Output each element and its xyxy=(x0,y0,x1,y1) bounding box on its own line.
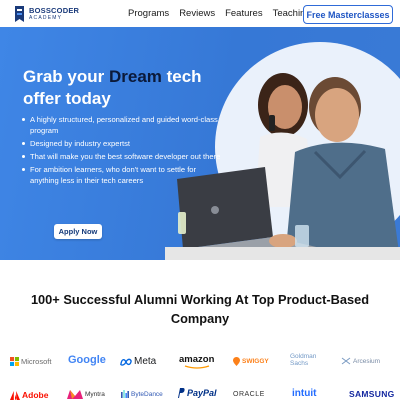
company-name: Goldman Sachs xyxy=(290,353,317,367)
company-logo-myntra: Myntra xyxy=(67,390,105,399)
company-name: PayPal xyxy=(187,388,217,398)
company-name: amazon xyxy=(179,354,215,365)
hero-bullets: A highly structured, personalized and gu… xyxy=(22,114,222,188)
free-masterclasses-button[interactable]: Free Masterclasses xyxy=(303,5,393,24)
amazon-smile-icon xyxy=(184,365,209,369)
company-logo-google: Google xyxy=(68,354,106,366)
hero-bullet: A highly structured, personalized and gu… xyxy=(22,114,222,136)
brand-name: BOSSCODER xyxy=(29,6,80,16)
alumni-section-title: 100+ Successful Alumni Working At Top Pr… xyxy=(30,292,370,326)
company-logo-amazon: amazon xyxy=(179,354,214,369)
company-logo-bytedance: ByteDance xyxy=(121,390,163,398)
apply-now-button[interactable]: Apply Now xyxy=(54,224,102,239)
company-logo-adobe: Adobe xyxy=(10,390,48,400)
company-logos-row-2: Adobe Myntra ByteDance PayPal ORACLE int… xyxy=(0,387,400,405)
brand-subtitle: ACADEMY xyxy=(29,14,63,21)
top-navbar: BOSSCODER ACADEMY Programs Reviews Featu… xyxy=(0,0,400,30)
company-name: ORACLE xyxy=(233,391,265,398)
company-logo-microsoft: Microsoft xyxy=(10,357,51,366)
hero-bullet: For ambition learners, who don't want to… xyxy=(22,164,222,186)
company-logo-arcesium: Arcesium xyxy=(341,357,380,365)
company-name: SAMSUNG xyxy=(349,389,395,399)
myntra-icon xyxy=(67,390,83,399)
company-name: intuit xyxy=(292,388,317,399)
hero-title: Grab your Dream tech offer today xyxy=(23,66,223,110)
nav-link-features[interactable]: Features xyxy=(225,8,263,19)
swiggy-pin-icon xyxy=(233,357,240,366)
company-logo-goldman-sachs: Goldman Sachs xyxy=(290,353,324,367)
hero-section: Grab your Dream tech offer today A highl… xyxy=(0,27,400,260)
arcesium-icon xyxy=(341,357,351,365)
hero-bullet: Designed by industry expertst xyxy=(22,138,222,149)
nav-link-programs[interactable]: Programs xyxy=(128,8,169,19)
company-logos-row-1: Microsoft Google Meta amazon SWIGGY Gold… xyxy=(0,353,400,371)
hero-bullet: That will make you the best software dev… xyxy=(22,151,222,162)
company-logo-oracle: ORACLE xyxy=(233,391,265,398)
company-name: Myntra xyxy=(85,391,105,398)
company-logo-samsung: SAMSUNG xyxy=(349,389,395,399)
company-logo-swiggy: SWIGGY xyxy=(233,357,269,366)
hero-title-pre: Grab your xyxy=(23,67,109,86)
company-logo-meta: Meta xyxy=(120,356,156,367)
adobe-icon xyxy=(10,390,20,400)
logo-icon xyxy=(15,6,24,22)
brand-logo[interactable]: BOSSCODER ACADEMY xyxy=(13,5,79,23)
microsoft-icon xyxy=(10,357,19,366)
company-name: Adobe xyxy=(22,390,49,400)
company-name: Meta xyxy=(134,356,157,367)
hero-title-highlight: Dream xyxy=(108,67,162,86)
company-name: SWIGGY xyxy=(242,358,269,365)
company-name: Microsoft xyxy=(21,357,52,366)
nav-links: Programs Reviews Features Teaching xyxy=(128,8,321,19)
company-name: ByteDance xyxy=(131,390,163,398)
nav-link-reviews[interactable]: Reviews xyxy=(179,8,215,19)
bytedance-icon xyxy=(121,390,129,398)
company-name: Arcesium xyxy=(353,357,381,365)
company-logo-intuit: intuit xyxy=(292,388,316,399)
meta-infinity-icon xyxy=(120,358,132,366)
company-name: Google xyxy=(68,354,106,366)
paypal-icon xyxy=(178,388,185,398)
company-logo-paypal: PayPal xyxy=(177,388,217,398)
